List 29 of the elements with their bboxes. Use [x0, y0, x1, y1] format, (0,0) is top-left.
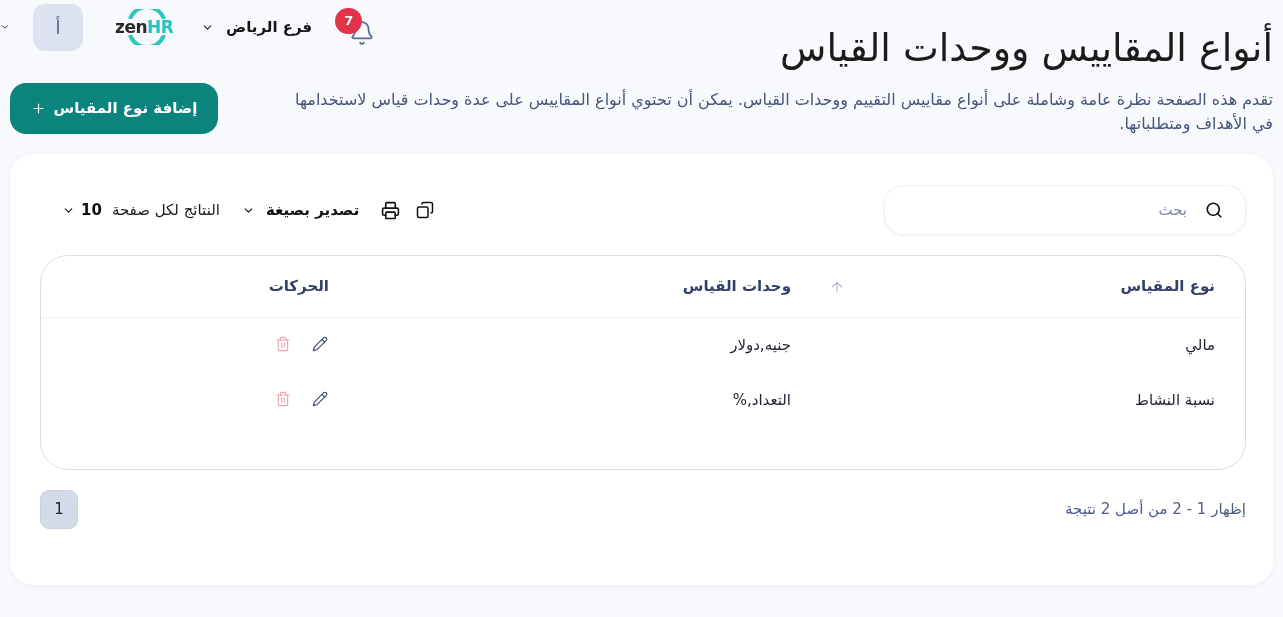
column-header: نوع المقياس	[1120, 276, 1215, 298]
logo-arc-icon	[127, 9, 167, 19]
page-button[interactable]: 1	[40, 490, 78, 529]
copy-icon[interactable]	[416, 201, 435, 219]
table-cell-text: نسبة النشاط	[1135, 390, 1215, 412]
table-cell-text: مالي	[1185, 335, 1215, 357]
page-size-select[interactable]: 10	[62, 198, 102, 222]
logo-arc-icon	[127, 35, 167, 45]
column-header: الحركات	[268, 276, 329, 298]
results-summary: إظهار 1 - 2 من أصل 2 نتيجة	[1065, 498, 1246, 521]
table-cell-text: التعداد,%	[732, 390, 791, 412]
page-description: تقدم هذه الصفحة نظرة عامة وشاملة على أنواع مقاييس التقييم ووحدات القياس. يمكن أن تحتوي أنواع المقاييس على عدة وحدات قياس لاستخدامها في الأهداف ومتطلباتها.	[294, 88, 1273, 136]
column-header: وحدات القياس	[682, 276, 791, 298]
edit-icon[interactable]	[312, 335, 328, 352]
edit-icon[interactable]	[312, 390, 328, 407]
search-icon	[1205, 201, 1223, 219]
add-measure-type-button[interactable]: إضافة نوع المقياس	[10, 83, 218, 134]
logo-text: zenHR	[115, 18, 174, 36]
table-cell-text: جنيه,دولار	[730, 335, 791, 357]
user-avatar[interactable]: أ	[33, 3, 83, 51]
export-dropdown[interactable]: تصدير بصيغة	[241, 198, 360, 222]
branch-dropdown[interactable]: فرع الرياض	[201, 15, 313, 39]
page-title: أنواع المقاييس ووحدات القياس	[780, 24, 1273, 72]
search-field[interactable]: بحث	[884, 185, 1246, 235]
print-icon[interactable]	[381, 200, 401, 220]
page-size-label: النتائج لكل صفحة	[111, 199, 220, 221]
plus-icon	[30, 101, 46, 116]
notification-badge: 7	[335, 8, 363, 34]
chevron-down-icon[interactable]	[0, 22, 10, 32]
